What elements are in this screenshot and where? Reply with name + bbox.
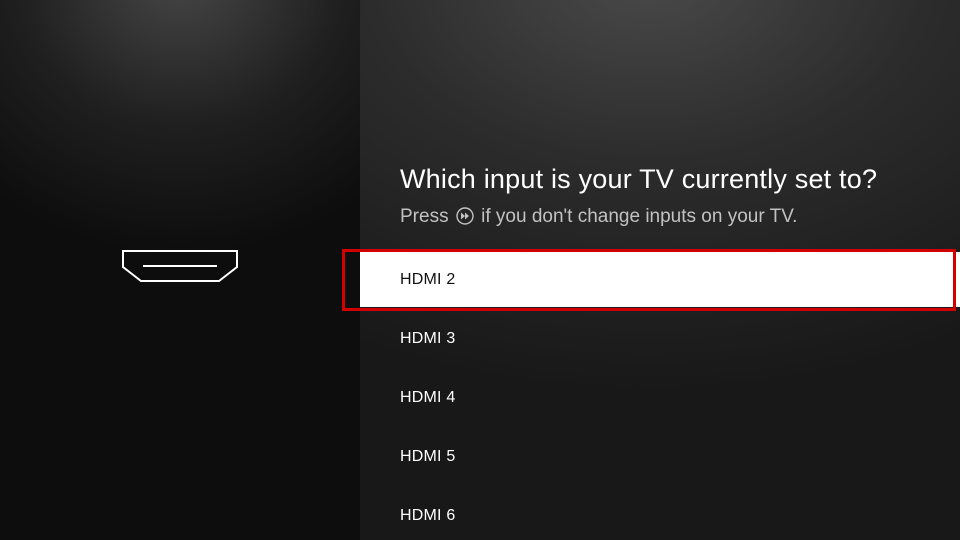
input-option-hdmi4[interactable]: HDMI 4 [360,370,960,425]
input-option-hdmi3[interactable]: HDMI 3 [360,311,960,366]
fast-forward-icon [456,207,474,225]
input-option-hdmi6[interactable]: HDMI 6 [360,488,960,540]
page-title: Which input is your TV currently set to? [400,164,940,195]
left-illustration-panel [0,0,360,540]
input-option-label: HDMI 3 [400,330,455,348]
tv-input-select-screen: Which input is your TV currently set to?… [0,0,960,540]
input-option-label: HDMI 5 [400,448,455,466]
subtitle-prefix: Press [400,206,454,227]
input-option-label: HDMI 6 [400,507,455,525]
input-option-label: HDMI 4 [400,389,455,407]
hdmi-port-icon [121,249,239,288]
input-list: HDMI 2 HDMI 3 HDMI 4 HDMI 5 HDMI 6 [360,252,960,540]
input-option-hdmi2[interactable]: HDMI 2 [360,252,960,307]
subtitle-suffix: if you don't change inputs on your TV. [481,206,797,227]
page-subtitle: Press if you don't change inputs on your… [400,206,940,228]
input-option-label: HDMI 2 [400,271,455,289]
right-content-panel: Which input is your TV currently set to?… [360,0,960,540]
input-option-hdmi5[interactable]: HDMI 5 [360,429,960,484]
